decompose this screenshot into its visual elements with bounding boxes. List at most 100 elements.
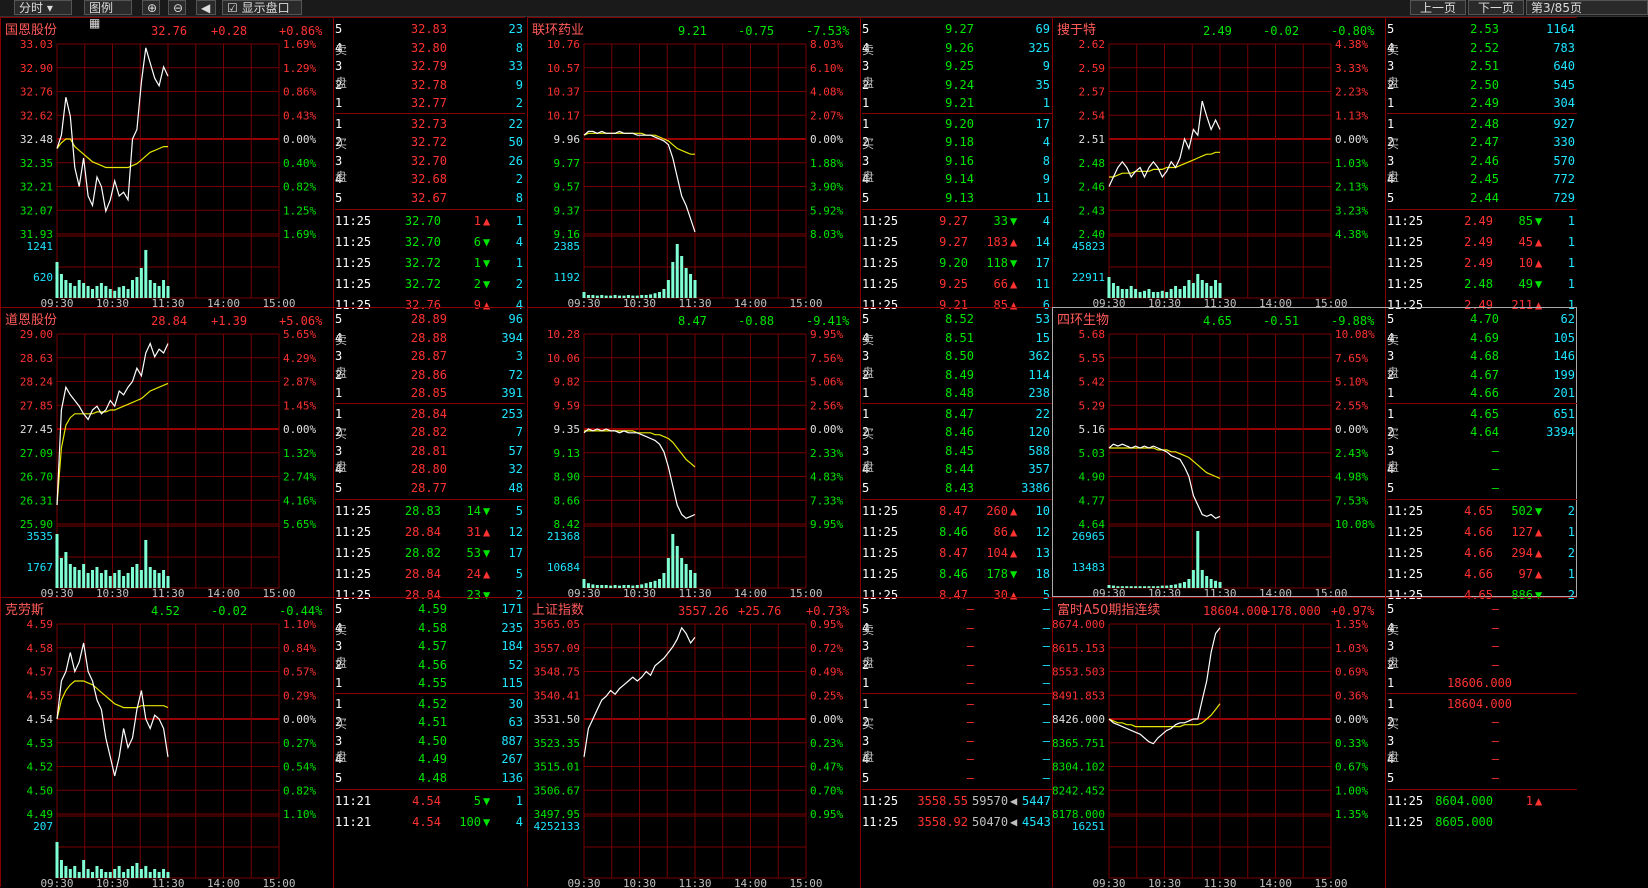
ask-price: 32.80 <box>410 40 447 55</box>
volume-bar <box>144 866 148 878</box>
volume-bar <box>1200 280 1204 298</box>
volume-bar <box>613 585 617 588</box>
bid-level: 5 <box>862 190 870 205</box>
volume-axis-label: 1192 <box>554 271 581 284</box>
tick-volume: 127 <box>1511 525 1533 539</box>
bid-volume: 570 <box>1553 153 1575 168</box>
tick-volume: 14 <box>466 504 481 518</box>
bid-level: 3 <box>335 733 343 748</box>
ask-row: 3 4.68 146 <box>1387 347 1577 366</box>
stock-panel[interactable]: 克劳斯 4.52 -0.02 -0.44% 4.59 4.58 4.57 4.55 4.54 4.… <box>0 597 525 888</box>
stock-panel[interactable]: 四环生物 4.65 -0.51 -9.88% 5.68 5.55 5.42 5.29 5.16 5… <box>1052 307 1577 602</box>
ask-price: – <box>966 657 974 672</box>
volume-bar <box>162 570 166 588</box>
price-axis-label: 3540.41 <box>534 689 580 702</box>
trade-tick-row: 11:25 28.82 53 ▼ 17 <box>335 543 525 563</box>
volume-bar <box>622 585 626 588</box>
bid-price: 8.45 <box>945 443 974 458</box>
price-axis-label: 33.03 <box>20 38 53 51</box>
volume-bar <box>99 283 103 298</box>
tick-time: 11:25 <box>1387 567 1424 581</box>
pct-axis-label: 0.67% <box>1335 761 1368 774</box>
intraday-chart: 3565.05 3557.09 3548.75 3540.41 3531.50 3523.… <box>534 618 844 888</box>
bid-row: 3 32.70 26 <box>335 152 525 171</box>
volume-bar <box>77 570 81 588</box>
zoom-in-button[interactable]: ⊕ <box>142 0 160 15</box>
pct-axis-label: 0.49% <box>810 666 843 679</box>
pct-axis-label: 0.43% <box>283 109 316 122</box>
order-book-divider <box>1385 598 1386 888</box>
stock-panel[interactable]: 8.47 -0.88 -9.41% 10.28 10.06 9.82 9.59 9.35 9.1… <box>527 307 1052 602</box>
tick-count: 4 <box>1042 214 1050 228</box>
ask-row: 1 4.55 115 <box>335 674 525 693</box>
ask-price: 2.51 <box>1470 59 1499 73</box>
tick-time: 11:25 <box>1387 815 1424 829</box>
tick-direction-icon: ▲ <box>1535 525 1543 539</box>
volume-bar <box>1129 286 1133 298</box>
volume-bar <box>1134 586 1138 588</box>
ask-row: 3– <box>1387 637 1577 656</box>
bid-level: 1 <box>1387 116 1395 131</box>
stock-panel[interactable]: 道恩股份 28.84 +1.39 +5.06% 29.00 28.63 28.24 27.85… <box>0 307 525 602</box>
volume-bar <box>1187 280 1191 298</box>
price-axis-label: 3548.75 <box>534 666 580 679</box>
ask-volume: 52 <box>508 657 523 672</box>
bid-level: 5 <box>862 480 870 495</box>
bid-volume: 22 <box>1035 406 1050 421</box>
pct-axis-label: 0.00% <box>283 133 316 146</box>
stock-panel[interactable]: 搜于特 2.49 -0.02 -0.80% 2.62 2.59 2.57 2.54 2.51 2.… <box>1052 17 1577 312</box>
stock-panel[interactable]: 联环药业 9.21 -0.75 -7.53% 10.76 10.57 10.37 10.17 9… <box>527 17 1052 312</box>
back-button[interactable]: ◀ <box>196 0 216 15</box>
show-panel-toggle[interactable]: ☑ 显示盘口 <box>222 0 302 15</box>
pct-axis-label: 7.33% <box>810 494 843 507</box>
stock-panel[interactable]: 富时A50期指连续 18604.000 +178.000 +0.97% 8674.000… <box>1052 597 1577 888</box>
pct-axis-label: 0.23% <box>810 737 843 750</box>
zoom-out-button[interactable]: ⊖ <box>168 0 186 15</box>
ask-volume: 15 <box>1035 330 1050 345</box>
ask-price: 28.88 <box>410 330 447 345</box>
bid-row: 2 9.18 4 <box>862 133 1052 152</box>
pct-axis-label: 0.29% <box>283 689 316 702</box>
stock-panel[interactable]: 上证指数 3557.26 +25.76 +0.73% 3565.05 3557.09 354… <box>527 597 1052 888</box>
zoom-in-icon: ⊕ <box>147 1 158 15</box>
ask-price: – <box>966 639 974 653</box>
bid-volume: – <box>1042 752 1050 766</box>
legend-button[interactable]: 图例 ▦ <box>84 0 132 30</box>
volume-bar <box>1151 586 1155 588</box>
ask-level: 1 <box>335 676 343 690</box>
tick-time: 11:25 <box>862 567 899 581</box>
tick-volume: 104 <box>986 546 1008 560</box>
tick-direction-icon: ▲ <box>1010 235 1018 249</box>
price-axis-label: 4.50 <box>27 784 54 797</box>
buy-label-2: 盘 <box>1387 460 1400 474</box>
time-axis-label: 11:30 <box>151 877 184 888</box>
volume-bar <box>153 570 157 588</box>
bid-price: 4.51 <box>418 715 447 729</box>
volume-bar <box>148 280 152 298</box>
volume-bar <box>675 244 679 298</box>
pct-axis-label: 5.92% <box>810 204 843 217</box>
next-page-button[interactable]: 下一页 <box>1468 0 1524 15</box>
ask-price: 32.83 <box>410 22 447 36</box>
tick-count: 17 <box>1035 256 1050 270</box>
bid-row: 4 4.49 267 <box>335 750 525 769</box>
ask-row: 4– <box>1387 619 1577 638</box>
stock-panel[interactable]: 国恩股份 32.76 +0.28 +0.86% 33.03 32.90 32.76 32.62… <box>0 17 525 312</box>
pct-axis-label: 0.82% <box>283 784 316 797</box>
volume-bar <box>618 295 622 298</box>
tick-direction-icon: ▲ <box>1535 567 1543 581</box>
pct-axis-label: 0.00% <box>283 423 316 436</box>
ask-row: 3 9.25 9 <box>862 57 1052 76</box>
pct-axis-label: 2.74% <box>283 471 316 484</box>
tick-time: 11:25 <box>862 214 899 228</box>
bid-volume: 9 <box>1042 172 1050 186</box>
price-axis-label: 9.37 <box>554 204 581 217</box>
tick-count: 4 <box>515 815 523 829</box>
prev-page-button[interactable]: 上一页 <box>1410 0 1466 15</box>
fenshi-dropdown[interactable]: 分时 ▾ <box>14 0 72 15</box>
ask-row: 1 4.66 201 <box>1387 384 1577 403</box>
bid-price: 2.46 <box>1470 153 1499 168</box>
ask-volume: 53 <box>1035 312 1050 326</box>
volume-bar <box>82 564 86 588</box>
tick-price: 2.48 <box>1464 277 1493 291</box>
